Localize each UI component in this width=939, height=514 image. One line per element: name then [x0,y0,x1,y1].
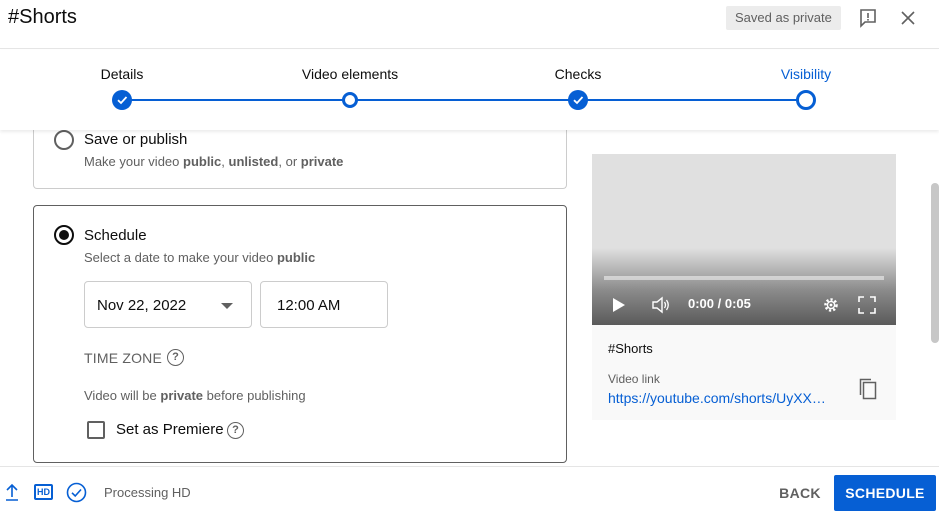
premiere-label: Set as Premiere [116,421,224,438]
step-complete-icon [112,90,132,110]
hd-icon[interactable]: HD [34,484,53,500]
play-icon [613,298,625,312]
play-button[interactable] [610,296,628,314]
date-value: Nov 22, 2022 [97,297,187,314]
timezone-label: TIME ZONE [84,350,163,366]
checks-status-button[interactable] [66,482,87,503]
dialog-title: #Shorts [8,6,77,28]
schedule-time-input[interactable]: 12:00 AM [260,281,388,328]
schedule-option[interactable]: Schedule Select a date to make your vide… [33,205,567,463]
feedback-button[interactable] [855,5,881,31]
video-link-label: Video link [608,372,660,386]
step-incomplete-icon [342,92,358,108]
option-title: Save or publish [84,131,188,148]
volume-icon [652,296,669,314]
premiere-help-icon[interactable]: ? [227,422,244,439]
schedule-date-dropdown[interactable]: Nov 22, 2022 [84,281,252,328]
upload-stepper: Details Video elements Checks Visibility [0,50,939,130]
fullscreen-icon [858,296,876,314]
settings-button[interactable] [821,295,841,315]
video-player[interactable]: 0:00 / 0:05 [592,154,896,325]
premiere-checkbox[interactable] [87,421,105,439]
video-link[interactable]: https://youtube.com/shorts/UyXXXXXXXXX [608,390,832,406]
stepper-line [122,99,806,101]
saved-status-badge: Saved as private [726,6,841,30]
check-circle-icon [66,482,87,503]
scrollbar-thumb[interactable] [931,183,939,343]
timezone-help-icon[interactable]: ? [167,349,184,366]
processing-status: Processing HD [104,485,191,500]
step-label: Checks [554,66,602,82]
copy-link-button[interactable] [858,378,878,400]
video-timecode: 0:00 / 0:05 [688,296,751,311]
step-complete-icon [568,90,588,110]
option-description: Make your video public, unlisted, or pri… [84,154,344,169]
upload-icon [6,483,18,501]
step-label: Visibility [780,66,832,82]
option-title: Schedule [84,227,147,244]
dialog-header: #Shorts Saved as private [0,0,939,49]
step-current-icon [796,90,816,110]
schedule-button[interactable]: SCHEDULE [834,475,936,511]
close-icon [901,11,915,25]
save-publish-radio[interactable] [54,130,74,150]
preview-video-title: #Shorts [608,341,653,356]
private-before-publishing-note: Video will be private before publishing [84,388,306,403]
upload-status-button[interactable] [4,483,20,501]
copy-icon [859,378,877,400]
video-progress-bar[interactable] [604,276,884,280]
step-label: Video elements [301,66,399,82]
video-preview-card: 0:00 / 0:05 #Shorts Video link https://y… [592,154,896,420]
time-value: 12:00 AM [277,297,341,314]
fullscreen-button[interactable] [857,295,877,315]
option-description: Select a date to make your video public [84,250,316,265]
volume-button[interactable] [650,295,672,315]
gear-icon [824,298,838,312]
caret-down-icon [221,303,233,309]
back-button[interactable]: BACK [770,475,830,511]
close-button[interactable] [895,5,921,31]
schedule-radio[interactable] [54,225,74,245]
dialog-footer: HD Processing HD BACK SCHEDULE [0,466,939,514]
step-label: Details [100,66,144,82]
feedback-icon [860,9,876,28]
